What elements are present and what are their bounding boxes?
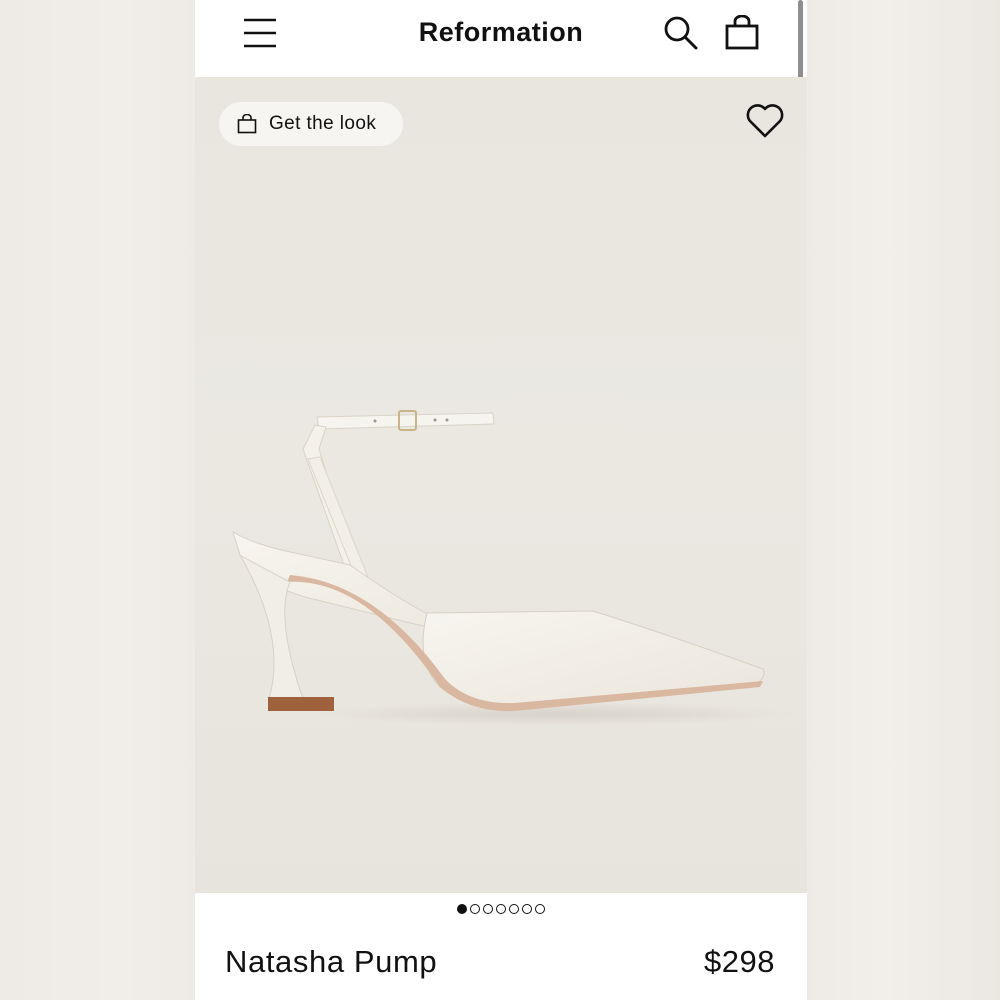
shopping-bag-icon[interactable] xyxy=(723,15,761,51)
product-price: $298 xyxy=(704,944,775,979)
pagination-dot[interactable] xyxy=(522,904,532,914)
shoe-illustration xyxy=(232,410,795,726)
get-the-look-button[interactable]: Get the look xyxy=(219,102,403,146)
shopping-bag-icon xyxy=(237,114,257,134)
product-image[interactable]: Get the look xyxy=(195,77,807,893)
pagination-dot[interactable] xyxy=(509,904,519,914)
pagination-dot[interactable] xyxy=(535,904,545,914)
heart-icon[interactable] xyxy=(745,102,785,140)
pagination-dot[interactable] xyxy=(483,904,493,914)
image-pagination xyxy=(195,904,807,920)
pagination-dot[interactable] xyxy=(470,904,480,914)
brand-logo[interactable]: Reformation xyxy=(195,17,807,48)
header-bar: Reformation xyxy=(195,0,807,77)
get-the-look-label: Get the look xyxy=(269,113,377,134)
pagination-dot[interactable] xyxy=(457,904,467,914)
background-right xyxy=(807,0,1000,1000)
pagination-dot[interactable] xyxy=(496,904,506,914)
phone-screen: Reformation Get the look Natasha Pump $2… xyxy=(195,0,807,1000)
search-icon[interactable] xyxy=(663,15,699,51)
product-name: Natasha Pump xyxy=(225,944,438,979)
background-left xyxy=(0,0,195,1000)
